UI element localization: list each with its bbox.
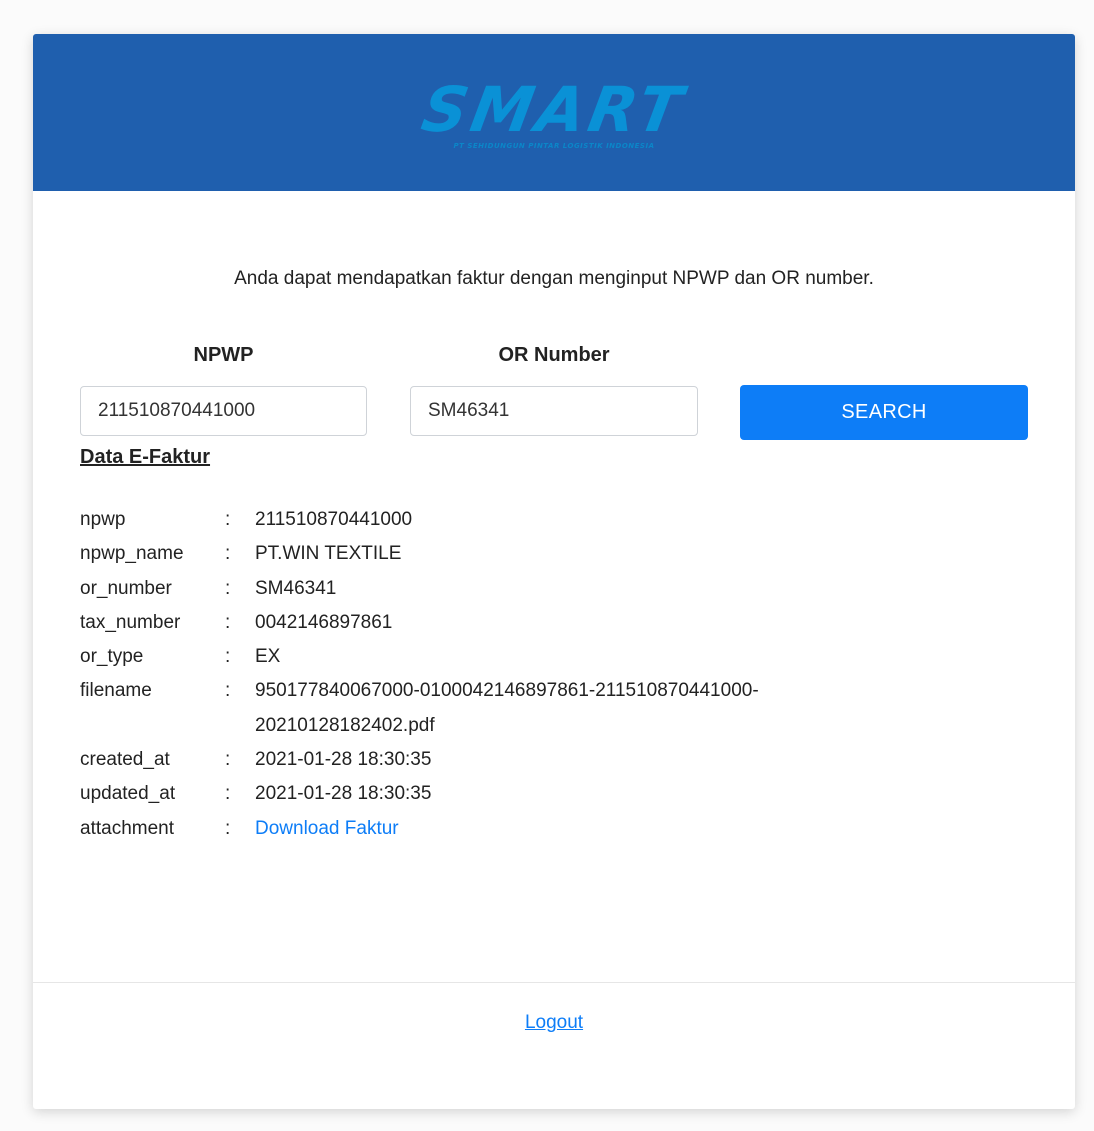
smart-logo: SMART PT SEHIDUNGUN PINTAR LOGISTIK INDO… [417, 73, 691, 150]
detail-key: npwp_name [80, 543, 184, 565]
search-button[interactable]: SEARCH [740, 385, 1028, 440]
detail-key: filename [80, 680, 152, 702]
detail-separator: : [225, 611, 231, 633]
logo-wordmark: SMART [416, 72, 692, 146]
detail-separator: : [225, 509, 231, 530]
or-number-label: OR Number [498, 344, 610, 366]
detail-key: npwp [80, 509, 126, 530]
detail-row-tax-number: tax_number : 0042146897861 [80, 606, 1075, 640]
detail-key: or_number [80, 577, 172, 599]
intro-text: Anda dapat mendapatkan faktur dengan men… [234, 268, 874, 289]
detail-row-updated-at: updated_at : 2021-01-28 18:30:35 [80, 777, 1075, 811]
detail-separator: : [225, 646, 231, 668]
header-banner: SMART PT SEHIDUNGUN PINTAR LOGISTIK INDO… [33, 34, 1075, 191]
detail-value: PT.WIN TEXTILE [255, 543, 402, 565]
detail-separator: : [225, 543, 231, 565]
detail-key: or_type [80, 646, 144, 668]
detail-row-filename: filename : 950177840067000-0100042146897… [80, 674, 1075, 743]
footer-divider [33, 982, 1075, 983]
detail-value: 2021-01-28 18:30:35 [255, 749, 432, 771]
detail-separator: : [225, 817, 231, 839]
detail-value: SM46341 [255, 577, 337, 599]
detail-separator: : [225, 783, 231, 805]
main-card: SMART PT SEHIDUNGUN PINTAR LOGISTIK INDO… [33, 34, 1075, 1109]
search-form: NPWP OR Number SEARCH [33, 344, 1075, 474]
detail-key: created_at [80, 749, 170, 771]
detail-row-npwp-name: npwp_name : PT.WIN TEXTILE [80, 537, 1075, 571]
detail-separator: : [225, 577, 231, 599]
detail-value: 2021-01-28 18:30:35 [255, 783, 432, 805]
or-number-input[interactable] [410, 386, 698, 436]
detail-row-created-at: created_at : 2021-01-28 18:30:35 [80, 743, 1075, 777]
npwp-label: NPWP [193, 344, 254, 366]
detail-separator: : [225, 680, 231, 702]
detail-key: updated_at [80, 783, 176, 805]
page: SMART PT SEHIDUNGUN PINTAR LOGISTIK INDO… [0, 0, 1094, 1131]
detail-row-npwp: npwp : 211510870441000 [80, 503, 1075, 537]
npwp-input[interactable] [80, 386, 367, 436]
efaktur-details: npwp : 211510870441000 npwp_name : PT.WI… [80, 503, 1075, 846]
detail-key: tax_number [80, 611, 181, 633]
detail-value: 950177840067000-0100042146897861-2115108… [255, 680, 759, 736]
detail-key: attachment [80, 817, 174, 839]
detail-value: 0042146897861 [255, 611, 393, 633]
detail-value: 211510870441000 [255, 509, 413, 530]
detail-row-attachment: attachment : Download Faktur [80, 812, 1075, 846]
detail-value: EX [255, 646, 281, 668]
download-faktur-link[interactable]: Download Faktur [255, 818, 399, 839]
detail-value-cell: Download Faktur [255, 812, 875, 846]
detail-separator: : [225, 749, 231, 771]
detail-row-or-type: or_type : EX [80, 640, 1075, 674]
logout-link[interactable]: Logout [33, 1012, 1075, 1034]
detail-row-or-number: or_number : SM46341 [80, 572, 1075, 606]
